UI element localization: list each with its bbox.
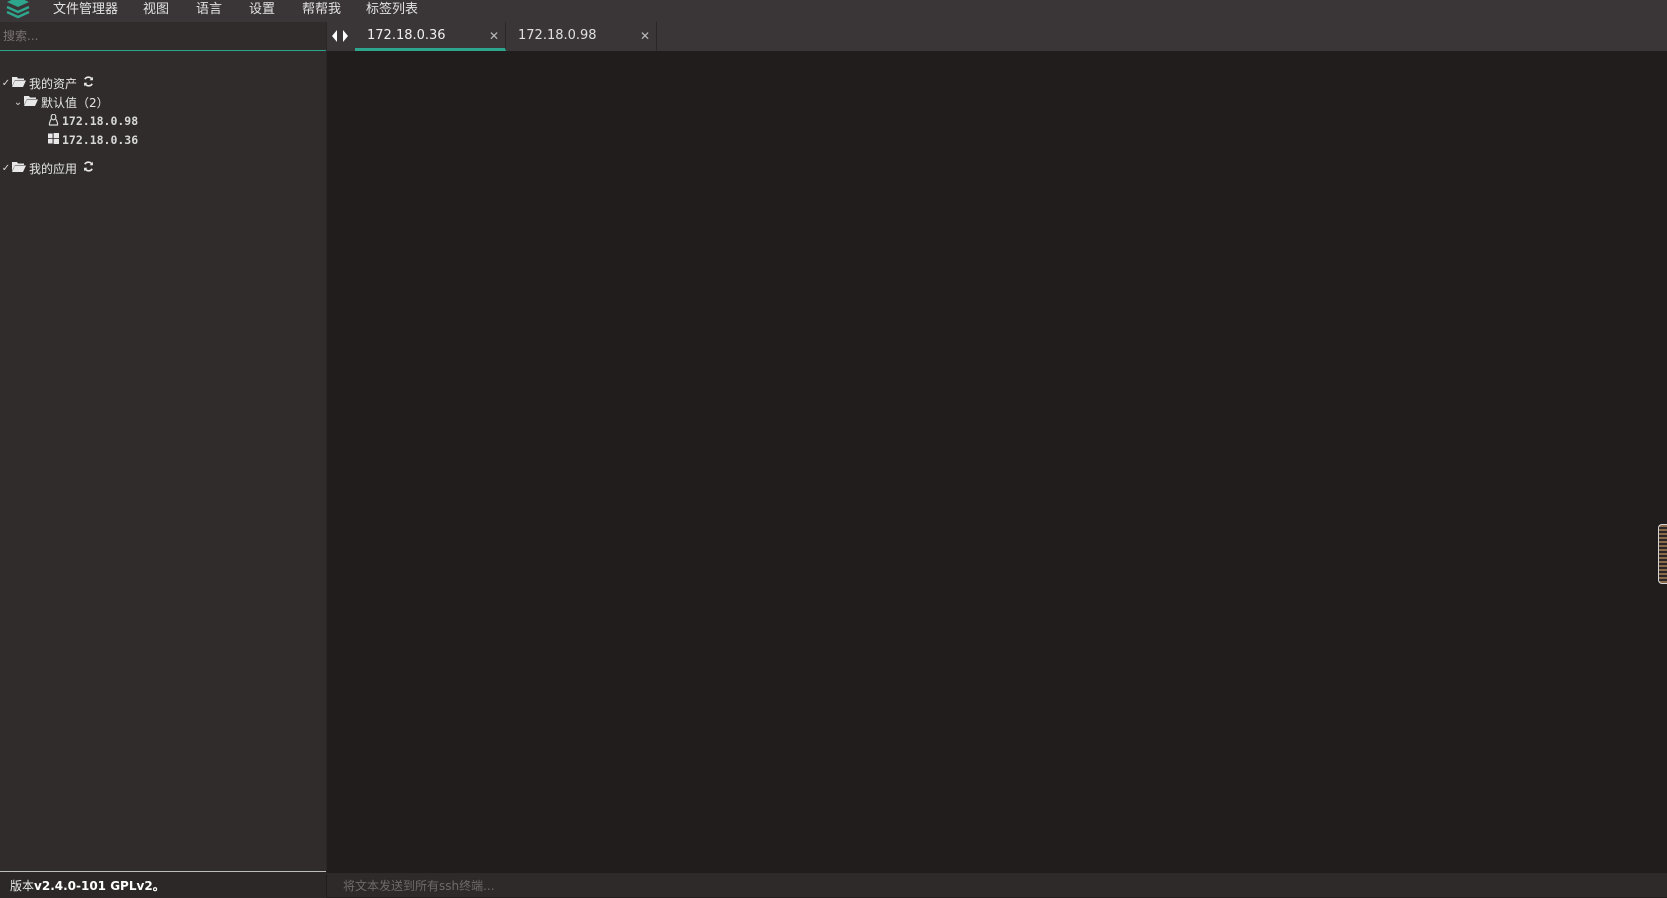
- version-text: 版本v2.4.0-101 GPLv2。: [10, 877, 165, 894]
- menu-settings[interactable]: 设置: [249, 0, 275, 17]
- tree-host-item[interactable]: 172.18.0.36: [48, 131, 138, 149]
- close-icon[interactable]: ✕: [489, 29, 499, 43]
- tab-bar: 172.18.0.36 ✕ 172.18.0.98 ✕: [327, 22, 1667, 51]
- broadcast-bar: [327, 873, 1667, 897]
- tree-label-default-group: 默认值（2）: [41, 95, 109, 110]
- tree-host-item[interactable]: 172.18.0.98: [48, 112, 138, 130]
- windows-icon: [48, 133, 59, 147]
- refresh-icon[interactable]: [83, 76, 94, 90]
- tree-label-my-apps: 我的应用: [29, 161, 78, 176]
- menu-language[interactable]: 语言: [196, 0, 222, 17]
- host-label: 172.18.0.98: [62, 114, 139, 128]
- search-input[interactable]: [0, 25, 326, 47]
- menu-tab-list[interactable]: 标签列表: [366, 0, 418, 17]
- tab-label: 172.18.0.36: [367, 28, 446, 43]
- menu-file-manager[interactable]: 文件管理器: [53, 0, 118, 17]
- host-label: 172.18.0.36: [62, 133, 139, 147]
- tab-session[interactable]: 172.18.0.98 ✕: [506, 22, 657, 51]
- terminal-pane[interactable]: [327, 51, 1667, 873]
- tab-scroll-arrows[interactable]: [331, 28, 355, 44]
- menu-bar: 文件管理器 视图 语言 设置 帮帮我 标签列表: [0, 0, 1667, 22]
- sidebar: ✓ 我的资产 ⌄ 默认值（2） 172.18.0.98 172.18.0.36 …: [0, 22, 327, 875]
- tree-node-my-assets[interactable]: ✓ 我的资产: [0, 74, 97, 92]
- close-icon[interactable]: ✕: [640, 29, 650, 43]
- app-logo-icon: [4, 0, 32, 20]
- menu-view[interactable]: 视图: [143, 0, 169, 17]
- tab-label: 172.18.0.98: [518, 28, 597, 43]
- broadcast-input[interactable]: [341, 875, 1645, 897]
- refresh-icon[interactable]: [83, 161, 94, 175]
- tree-label-my-assets: 我的资产: [29, 76, 78, 91]
- tree-node-default-group[interactable]: ⌄ 默认值（2）: [12, 93, 109, 111]
- folder-open-icon: [12, 76, 26, 90]
- caret-right-icon: [343, 30, 348, 42]
- menu-help[interactable]: 帮帮我: [302, 0, 341, 17]
- chevron-down-icon[interactable]: ⌄: [12, 97, 24, 108]
- caret-left-icon: [332, 30, 337, 42]
- version-prefix: 版本: [10, 879, 35, 893]
- version-suffix: 。: [152, 879, 165, 893]
- chevron-down-icon[interactable]: ✓: [0, 78, 12, 89]
- folder-open-icon: [12, 161, 26, 175]
- folder-open-icon: [24, 95, 38, 109]
- sidebar-footer: 版本v2.4.0-101 GPLv2。: [0, 871, 326, 898]
- terminal-scroll-handle[interactable]: [1658, 524, 1667, 584]
- search-box: [0, 22, 326, 51]
- chevron-down-icon[interactable]: ✓: [0, 163, 12, 174]
- version-number: v2.4.0-101 GPLv2: [34, 879, 153, 893]
- tab-session-active[interactable]: 172.18.0.36 ✕: [355, 22, 506, 51]
- tree-node-my-apps[interactable]: ✓ 我的应用: [0, 159, 97, 177]
- linux-icon: [48, 113, 59, 129]
